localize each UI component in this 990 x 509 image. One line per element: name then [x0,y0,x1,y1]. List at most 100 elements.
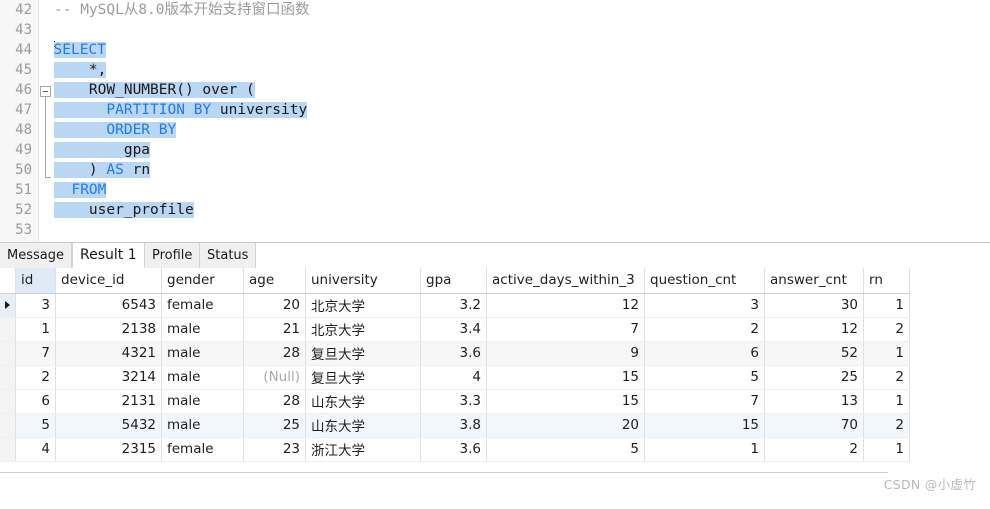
code-line[interactable]: 46 ROW_NUMBER() over ( [0,80,990,100]
current-row-marker[interactable] [0,293,16,318]
cell-university[interactable]: 复旦大学 [305,341,421,366]
code-text-area[interactable]: 42 -- MySQL从8.0版本开始支持窗口函数 43 44 SELECT 45 *, 4… [0,0,990,242]
cell-university[interactable]: 山东大学 [305,389,421,414]
cell-gpa[interactable]: 3.4 [420,317,487,342]
tab-result-1[interactable]: Result 1 [72,243,145,268]
cell-device_id[interactable]: 3214 [55,365,162,390]
cell-answer_cnt[interactable]: 52 [764,341,864,366]
cell-answer_cnt[interactable]: 30 [764,293,864,318]
column-header-age[interactable]: age [243,268,306,294]
table-row[interactable]: 5 5432 male 25 山东大学 3.8 20 15 70 2 [0,413,910,438]
column-header-question_cnt[interactable]: question_cnt [644,268,765,294]
cell-gpa[interactable]: 3.3 [420,389,487,414]
cell-answer_cnt[interactable]: 13 [764,389,864,414]
cell-rn[interactable]: 1 [863,437,910,462]
cell-rn[interactable]: 2 [863,317,910,342]
cell-active_days_within_3[interactable]: 7 [486,317,645,342]
cell-gender[interactable]: male [161,317,244,342]
cell-gender[interactable]: female [161,293,244,318]
cell-rn[interactable]: 2 [863,365,910,390]
cell-gpa[interactable]: 3.6 [420,437,487,462]
table-row[interactable]: 3 6543 female 20 北京大学 3.2 12 3 30 1 [0,293,910,318]
column-header-rn[interactable]: rn [863,268,910,294]
cell-id[interactable]: 1 [15,317,56,342]
row-marker[interactable] [0,437,16,462]
cell-device_id[interactable]: 2138 [55,317,162,342]
code-line[interactable]: 53 [0,220,990,240]
cell-age[interactable]: 23 [243,437,306,462]
cell-question_cnt[interactable]: 1 [644,437,765,462]
column-header-gpa[interactable]: gpa [420,268,487,294]
cell-active_days_within_3[interactable]: 15 [486,365,645,390]
column-header-device_id[interactable]: device_id [55,268,162,294]
tab-profile[interactable]: Profile [145,243,201,268]
code-line[interactable]: 49 gpa [0,140,990,160]
cell-age[interactable]: 28 [243,389,306,414]
cell-rn[interactable]: 1 [863,293,910,318]
column-header-active_days_within_3[interactable]: active_days_within_3 [486,268,645,294]
cell-active_days_within_3[interactable]: 12 [486,293,645,318]
table-row[interactable]: 2 3214 male (Null) 复旦大学 4 15 5 25 2 [0,365,910,390]
cell-age[interactable]: 20 [243,293,306,318]
cell-rn[interactable]: 2 [863,413,910,438]
cell-question_cnt[interactable]: 3 [644,293,765,318]
result-tab-bar[interactable]: Message Result 1 Profile Status [0,242,990,270]
cell-active_days_within_3[interactable]: 15 [486,389,645,414]
cell-gpa[interactable]: 3.2 [420,293,487,318]
cell-age[interactable]: (Null) [243,365,306,390]
cell-question_cnt[interactable]: 6 [644,341,765,366]
code-line[interactable]: 51 FROM [0,180,990,200]
code-line[interactable]: 43 [0,20,990,40]
cell-id[interactable]: 5 [15,413,56,438]
cell-active_days_within_3[interactable]: 20 [486,413,645,438]
table-row[interactable]: 6 2131 male 28 山东大学 3.3 15 7 13 1 [0,389,910,414]
cell-device_id[interactable]: 6543 [55,293,162,318]
cell-gender[interactable]: male [161,365,244,390]
cell-university[interactable]: 北京大学 [305,317,421,342]
cell-device_id[interactable]: 5432 [55,413,162,438]
cell-answer_cnt[interactable]: 25 [764,365,864,390]
cell-gpa[interactable]: 3.6 [420,341,487,366]
cell-question_cnt[interactable]: 2 [644,317,765,342]
cell-id[interactable]: 2 [15,365,56,390]
table-row[interactable]: 7 4321 male 28 复旦大学 3.6 9 6 52 1 [0,341,910,366]
cell-university[interactable]: 浙江大学 [305,437,421,462]
code-line[interactable]: 47 PARTITION BY university [0,100,990,120]
cell-rn[interactable]: 1 [863,341,910,366]
cell-age[interactable]: 25 [243,413,306,438]
code-line[interactable]: 48 ORDER BY [0,120,990,140]
row-marker[interactable] [0,413,16,438]
tab-status[interactable]: Status [200,243,257,268]
tab-message[interactable]: Message [0,243,72,268]
column-header-answer_cnt[interactable]: answer_cnt [764,268,864,294]
cell-answer_cnt[interactable]: 12 [764,317,864,342]
fold-collapse-icon[interactable] [40,86,51,97]
cell-question_cnt[interactable]: 15 [644,413,765,438]
cell-question_cnt[interactable]: 7 [644,389,765,414]
cell-device_id[interactable]: 4321 [55,341,162,366]
code-line[interactable]: 44 SELECT [0,40,990,60]
cell-rn[interactable]: 1 [863,389,910,414]
column-header-gender[interactable]: gender [161,268,244,294]
cell-gender[interactable]: male [161,341,244,366]
cell-university[interactable]: 山东大学 [305,413,421,438]
cell-university[interactable]: 复旦大学 [305,365,421,390]
cell-answer_cnt[interactable]: 70 [764,413,864,438]
cell-active_days_within_3[interactable]: 5 [486,437,645,462]
cell-device_id[interactable]: 2131 [55,389,162,414]
cell-gender[interactable]: male [161,389,244,414]
column-header-id[interactable]: id [15,268,56,294]
cell-question_cnt[interactable]: 5 [644,365,765,390]
code-line[interactable]: 45 *, [0,60,990,80]
result-table[interactable]: id device_id gender age university gpa active_… [0,268,910,462]
code-line[interactable]: 42 -- MySQL从8.0版本开始支持窗口函数 [0,0,990,20]
cell-gender[interactable]: male [161,413,244,438]
code-line[interactable]: 52 user_profile [0,200,990,220]
table-row[interactable]: 4 2315 female 23 浙江大学 3.6 5 1 2 1 [0,437,910,462]
code-line[interactable]: 50 ) AS rn [0,160,990,180]
cell-gpa[interactable]: 3.8 [420,413,487,438]
column-header-university[interactable]: university [305,268,421,294]
sql-editor-pane[interactable]: 42 -- MySQL从8.0版本开始支持窗口函数 43 44 SELECT 45 *, 4… [0,0,990,242]
result-table-body[interactable]: 3 6543 female 20 北京大学 3.2 12 3 30 1 1 2138 male 21 北京大… [0,293,910,462]
row-marker[interactable] [0,341,16,366]
